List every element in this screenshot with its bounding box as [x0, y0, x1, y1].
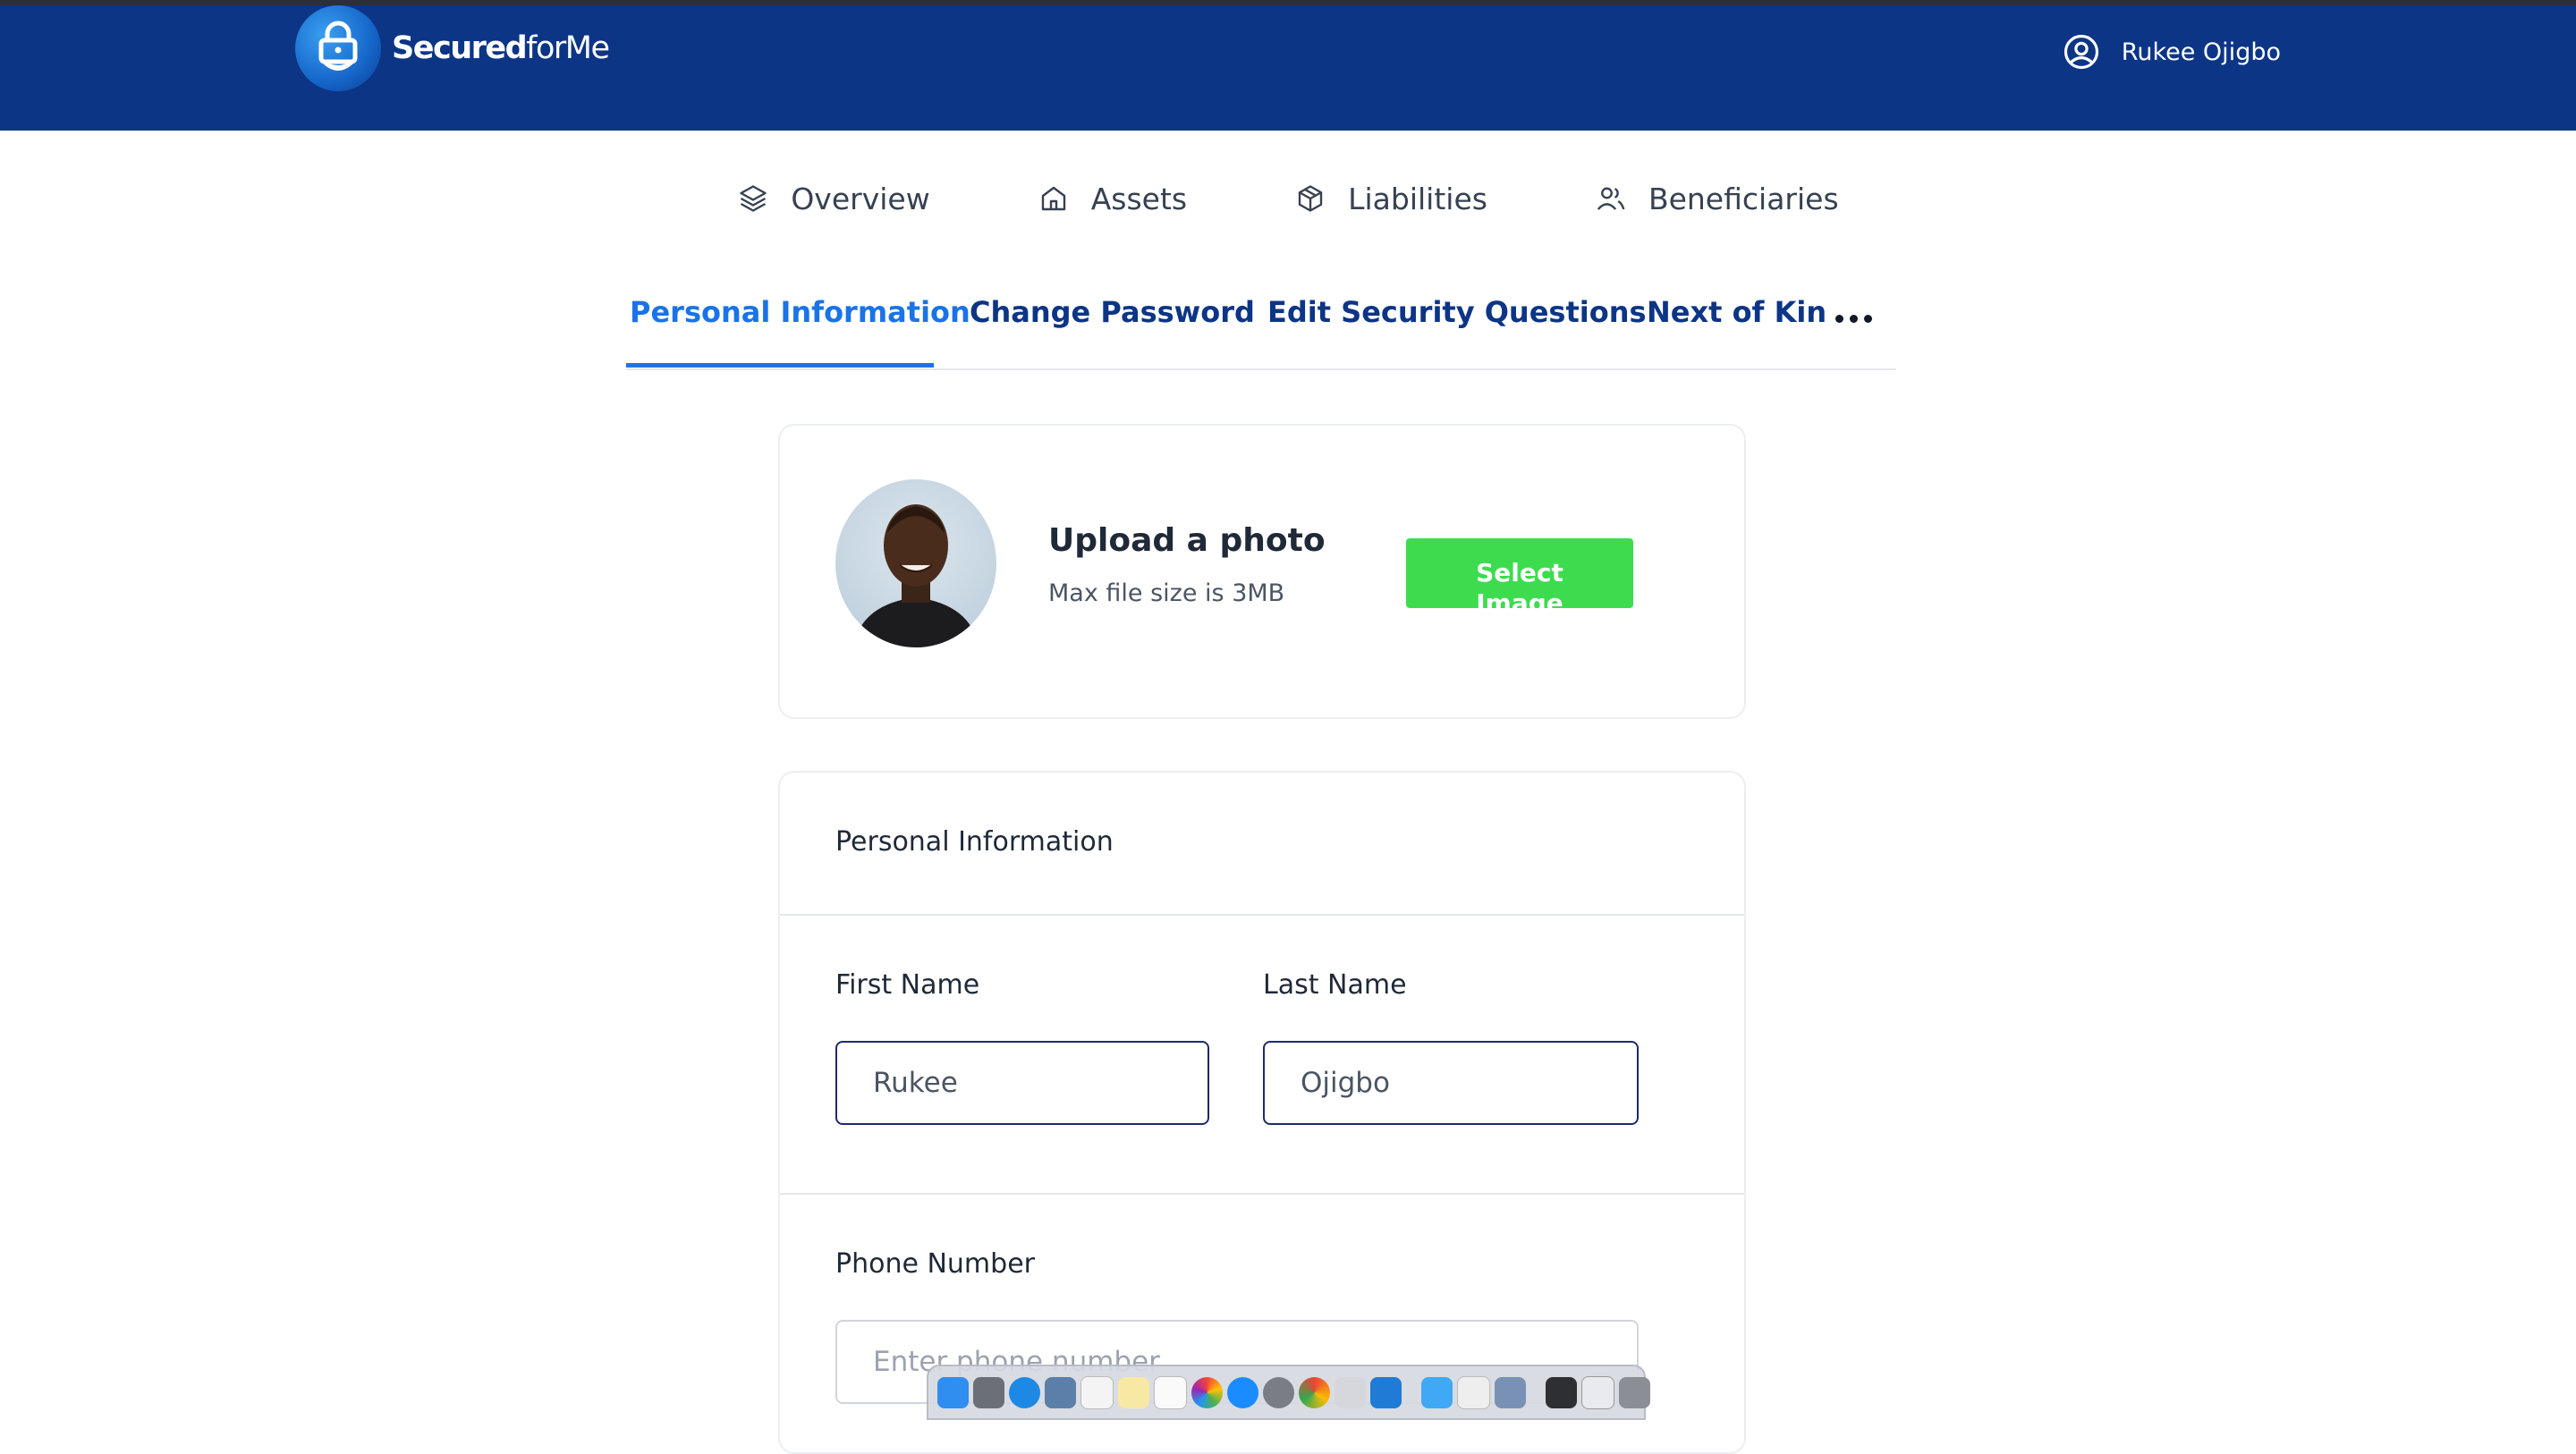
terminal-icon[interactable] [1546, 1376, 1577, 1408]
nav-liabilities[interactable]: Liabilities [1294, 182, 1487, 216]
lock-shield-icon [295, 5, 381, 91]
active-tab-indicator [626, 363, 934, 368]
home-icon [1041, 186, 1065, 211]
preview-icon[interactable] [1045, 1376, 1076, 1408]
safari-icon[interactable] [1009, 1376, 1040, 1408]
nav-assets[interactable]: Assets [1038, 182, 1187, 216]
personal-information-card: Personal Information First Name Last Nam… [778, 771, 1746, 1454]
brand-logo[interactable]: SecuredforMe [295, 5, 610, 91]
tab-next-of-kin[interactable]: Next of Kin [1647, 295, 1826, 329]
last-name-label: Last Name [1263, 969, 1407, 1001]
user-menu[interactable]: Rukee Ojigbo [2063, 27, 2281, 77]
calendar-icon[interactable] [1080, 1375, 1114, 1409]
section-title: Personal Information [835, 826, 1114, 858]
user-circle-icon [2063, 34, 2098, 70]
last-name-input[interactable]: Ojigbo [1263, 1041, 1639, 1125]
photo-upload-card: Upload a photo Max file size is 3MB Sele… [778, 424, 1746, 719]
brand-name-bold: Secured [392, 30, 528, 66]
app-header: SecuredforMe Rukee Ojigbo [0, 5, 2576, 131]
launchpad-icon[interactable] [973, 1376, 1004, 1408]
photos-icon[interactable] [1191, 1376, 1223, 1408]
system-preferences-icon[interactable] [1263, 1376, 1294, 1408]
user-name: Rukee Ojigbo [2121, 38, 2281, 66]
phone-number-label: Phone Number [835, 1248, 1035, 1280]
nav-beneficiaries[interactable]: Beneficiaries [1595, 182, 1839, 216]
brand-name: SecuredforMe [392, 30, 610, 66]
select-image-button[interactable]: Select Image [1406, 538, 1633, 608]
tab-personal-information[interactable]: Personal Information [630, 295, 970, 329]
nav-beneficiaries-label: Beneficiaries [1648, 181, 1839, 216]
nav-overview[interactable]: Overview [737, 181, 930, 216]
first-name-input[interactable]: Rukee [835, 1041, 1209, 1125]
users-icon [1597, 187, 1625, 210]
nav-overview-label: Overview [791, 181, 930, 216]
brand-name-light: forMe [526, 30, 610, 66]
app-store-icon[interactable] [1227, 1376, 1258, 1408]
unknown-app-icon[interactable] [1335, 1376, 1366, 1408]
chrome-icon[interactable] [1299, 1376, 1330, 1408]
package-icon [1298, 185, 1323, 212]
profile-avatar [835, 479, 996, 647]
notes-icon[interactable] [1118, 1376, 1149, 1408]
vscode-icon[interactable] [1370, 1376, 1402, 1408]
screenshot-app-icon[interactable] [1421, 1376, 1453, 1408]
field-divider [780, 1193, 1744, 1195]
layers-icon [740, 185, 767, 212]
select-image-label: Select Image [1476, 558, 1563, 608]
upload-title: Upload a photo [1048, 522, 1326, 559]
window-preview-icon[interactable] [1495, 1376, 1526, 1408]
more-tabs-icon[interactable] [1835, 315, 1872, 323]
reminders-icon[interactable] [1154, 1375, 1187, 1409]
trash-icon[interactable] [1619, 1376, 1650, 1408]
main-nav: Overview Assets Liabilities Beneficiarie… [0, 163, 2576, 234]
desktop-window-icon[interactable] [1581, 1375, 1614, 1409]
settings-tabs: Personal Information Change Password Edi… [626, 268, 1896, 370]
tab-change-password[interactable]: Change Password [970, 295, 1255, 329]
upload-subtitle: Max file size is 3MB [1048, 579, 1285, 607]
section-divider [780, 914, 1744, 916]
first-name-label: First Name [835, 969, 980, 1001]
macos-dock [927, 1365, 1650, 1420]
finder-icon[interactable] [937, 1376, 969, 1408]
nav-liabilities-label: Liabilities [1348, 181, 1487, 216]
nav-assets-label: Assets [1090, 181, 1188, 216]
document-icon[interactable] [1457, 1375, 1490, 1409]
tab-edit-security-questions[interactable]: Edit Security Questions [1267, 295, 1647, 329]
